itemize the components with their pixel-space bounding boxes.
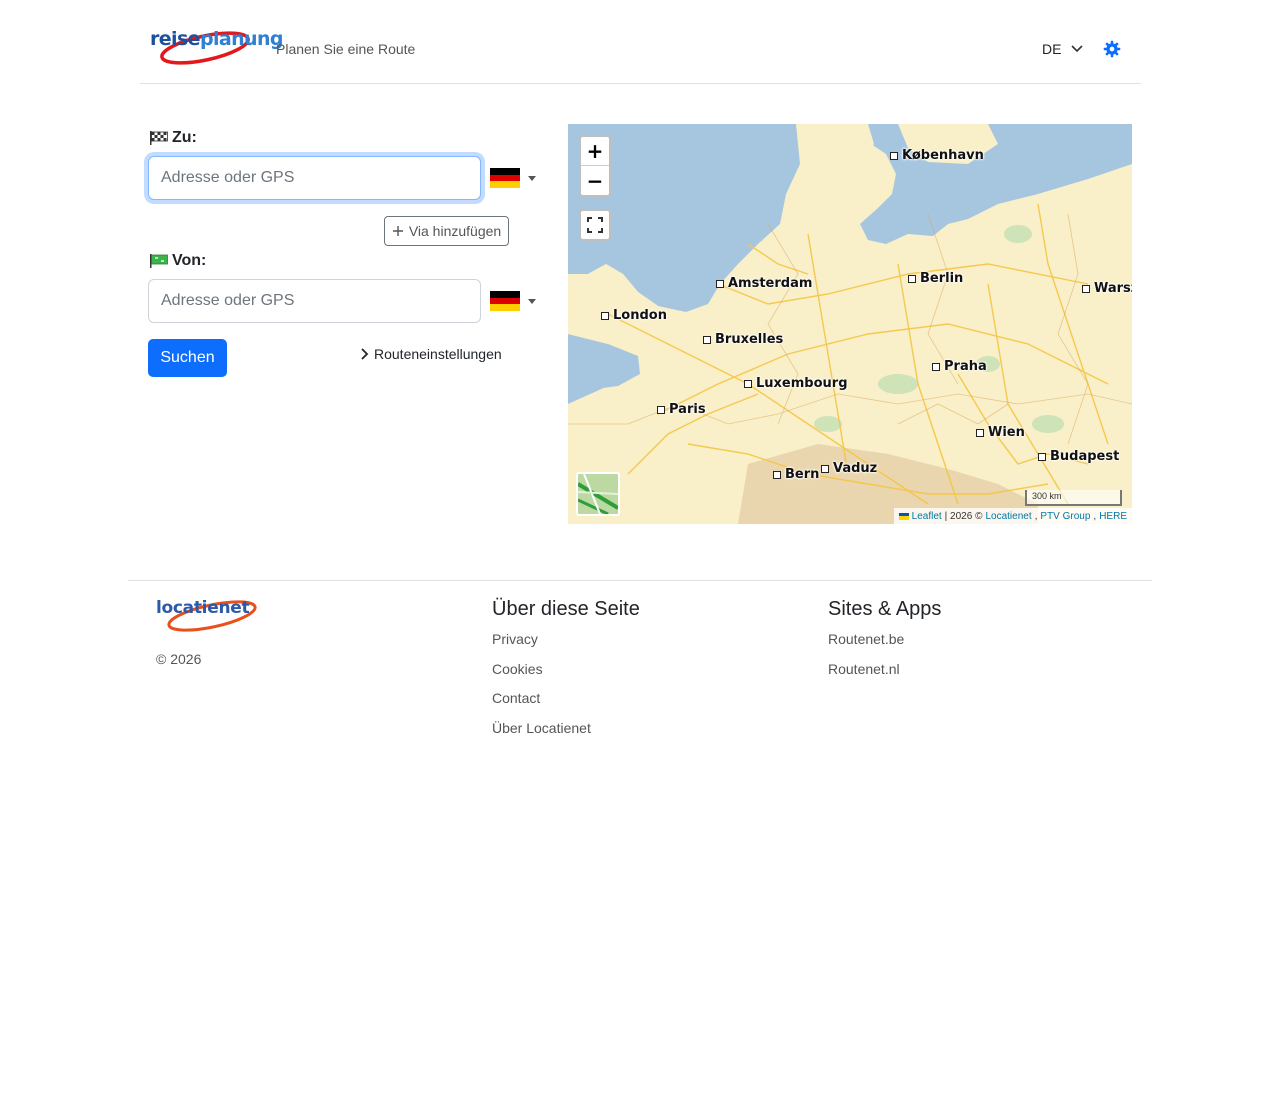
city-square-icon [716,279,724,288]
reiseplanung-logo[interactable]: reiseplanung [150,26,283,72]
city-marker: Wien [976,425,1025,440]
tagline: Planen Sie eine Route [276,41,416,57]
city-marker: Warsz [1082,281,1132,296]
germany-flag-icon [490,291,520,312]
city-square-icon [601,311,609,320]
zoom-control: + − [579,135,611,197]
language-selector[interactable]: DE [1042,41,1084,57]
city-marker: København [890,148,984,163]
search-button[interactable]: Suchen [148,339,227,377]
checkered-flag-icon [150,131,168,145]
map-attribution: Leaflet | 2026 © Locatienet, PTV Group, … [893,508,1132,524]
city-square-icon [744,379,752,388]
chevron-right-icon [361,348,369,360]
city-marker: Bruxelles [703,332,783,347]
city-square-icon [932,362,940,371]
from-country-selector[interactable] [490,290,536,312]
cookies-link[interactable]: Cookies [492,661,543,677]
add-via-button[interactable]: Via hinzufügen [384,216,509,246]
city-label: Bern [785,467,820,482]
city-label: Bruxelles [715,332,784,347]
city-label: Wien [988,425,1025,440]
about-locatienet-link[interactable]: Über Locatienet [492,720,591,736]
gear-icon[interactable] [1103,40,1121,58]
from-label-text: Von: [172,252,207,269]
germany-flag-icon [490,168,520,189]
ptv-link[interactable]: PTV Group [1040,511,1090,522]
logo-text: reiseplanung [150,28,283,50]
about-heading: Über diese Seite [492,598,640,620]
to-country-selector[interactable] [490,167,536,189]
to-label-text: Zu: [172,129,197,146]
contact-link[interactable]: Contact [492,690,540,706]
from-label: Von: [150,252,206,270]
leaflet-link[interactable]: Leaflet [912,511,942,522]
city-label: Luxembourg [756,376,848,391]
city-label: København [902,148,984,163]
here-link[interactable]: HERE [1099,511,1127,522]
ukraine-flag-icon [898,512,909,520]
privacy-link[interactable]: Privacy [492,631,538,647]
city-square-icon [890,151,898,160]
city-label: Vaduz [833,461,878,476]
route-settings-toggle[interactable]: Routeneinstellungen [360,346,502,362]
city-marker: Paris [657,402,706,417]
sites-heading: Sites & Apps [828,598,942,620]
green-flag-icon [150,254,168,268]
city-marker: Berlin [908,271,963,286]
satellite-layer-icon [578,474,618,514]
city-label: Warsz [1094,281,1132,296]
from-address-input[interactable] [148,279,481,323]
caret-down-icon [528,298,536,304]
route-settings-label: Routeneinstellungen [374,346,502,362]
city-square-icon [773,470,781,479]
footer-divider [128,580,1152,581]
city-marker: Luxembourg [744,376,848,391]
to-label: Zu: [150,129,197,147]
locatienet-logo[interactable]: locatienet [156,596,260,636]
header: reiseplanung Planen Sie eine Route DE [140,0,1141,84]
map-scale: 300 km [1025,490,1122,506]
attribution-sep: , [1093,510,1097,522]
zoom-in-button[interactable]: + [581,137,609,166]
to-address-input[interactable] [148,156,481,200]
city-square-icon [821,464,829,473]
city-label: Praha [944,359,987,374]
city-square-icon [976,428,984,437]
city-marker: Vaduz [821,461,877,476]
city-marker: Bern [773,467,819,482]
city-square-icon [1038,452,1046,461]
city-marker: Amsterdam [716,276,812,291]
copyright: © 2026 [156,651,202,667]
city-square-icon [1082,284,1090,293]
city-label: Budapest [1050,449,1120,464]
city-marker: Budapest [1038,449,1119,464]
language-label: DE [1042,41,1062,57]
city-marker: Praha [932,359,987,374]
plus-icon [392,226,403,236]
fullscreen-icon [587,217,603,233]
locatienet-logo-text: locatienet [156,598,250,618]
map[interactable]: + − København Berlin Amsterdam Warsz Lon… [568,124,1132,524]
locatienet-link[interactable]: Locatienet [985,511,1031,522]
zoom-out-button[interactable]: − [581,166,609,195]
caret-down-icon [528,175,536,181]
routenet-nl-link[interactable]: Routenet.nl [828,661,900,677]
city-marker: London [601,308,667,323]
city-square-icon [703,335,711,344]
attribution-sep: , [1034,510,1038,522]
city-label: Amsterdam [728,276,813,291]
city-label: Paris [669,402,706,417]
city-label: London [613,308,667,323]
add-via-label: Via hinzufügen [408,223,502,239]
routenet-be-link[interactable]: Routenet.be [828,631,904,647]
fullscreen-button[interactable] [579,209,611,241]
layer-switcher-button[interactable] [576,472,620,516]
attribution-year: | 2026 © [944,510,983,522]
chevron-down-icon [1071,45,1084,53]
city-label: Berlin [920,271,964,286]
city-square-icon [908,274,916,283]
city-square-icon [657,405,665,414]
